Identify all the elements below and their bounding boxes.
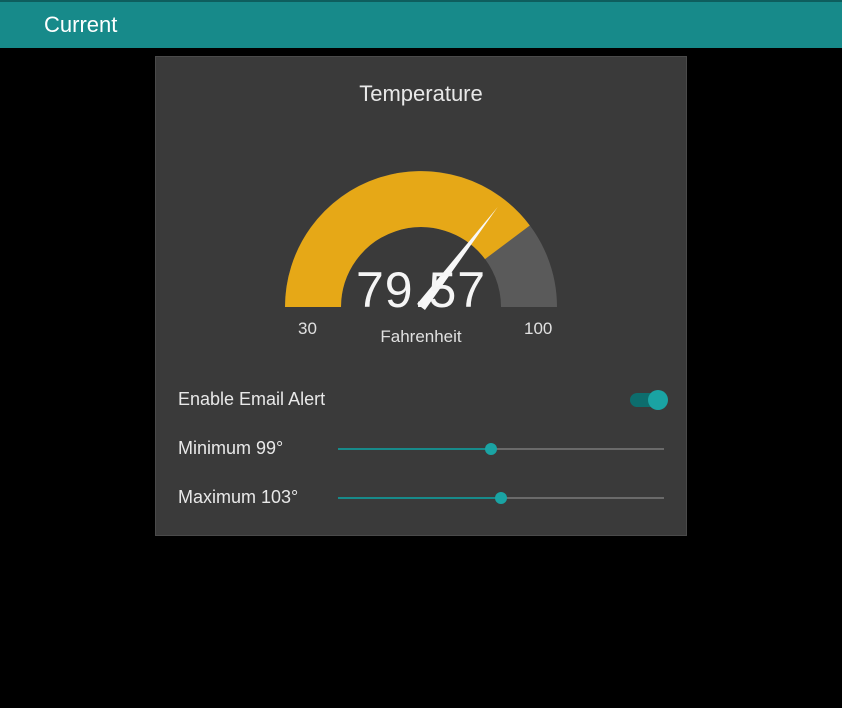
slider-track-active <box>338 497 501 499</box>
gauge-max-label: 100 <box>524 319 552 339</box>
content-area: Temperature 79.57 Fahrenheit 30 100 Enab… <box>0 48 842 708</box>
gauge-min-label: 30 <box>298 319 317 339</box>
minimum-label: Minimum 99° <box>178 438 338 459</box>
page-title: Current <box>44 12 117 38</box>
card-title: Temperature <box>176 81 666 107</box>
slider-thumb <box>485 443 497 455</box>
toggle-thumb <box>648 390 668 410</box>
email-alert-label: Enable Email Alert <box>178 389 325 410</box>
minimum-row: Minimum 99° <box>178 438 664 459</box>
temperature-gauge: 79.57 Fahrenheit 30 100 <box>176 167 666 367</box>
gauge-unit: Fahrenheit <box>380 327 461 347</box>
maximum-slider[interactable] <box>338 488 664 508</box>
page-header: Current <box>0 0 842 48</box>
temperature-card: Temperature 79.57 Fahrenheit 30 100 Enab… <box>155 56 687 536</box>
email-alert-toggle[interactable] <box>630 393 664 407</box>
slider-thumb <box>495 492 507 504</box>
minimum-slider[interactable] <box>338 439 664 459</box>
gauge-value: 79.57 <box>356 261 486 319</box>
maximum-label: Maximum 103° <box>178 487 338 508</box>
email-alert-row: Enable Email Alert <box>178 389 664 410</box>
slider-track-active <box>338 448 491 450</box>
maximum-row: Maximum 103° <box>178 487 664 508</box>
controls-panel: Enable Email Alert Minimum 99° Maximum 1… <box>176 389 666 508</box>
